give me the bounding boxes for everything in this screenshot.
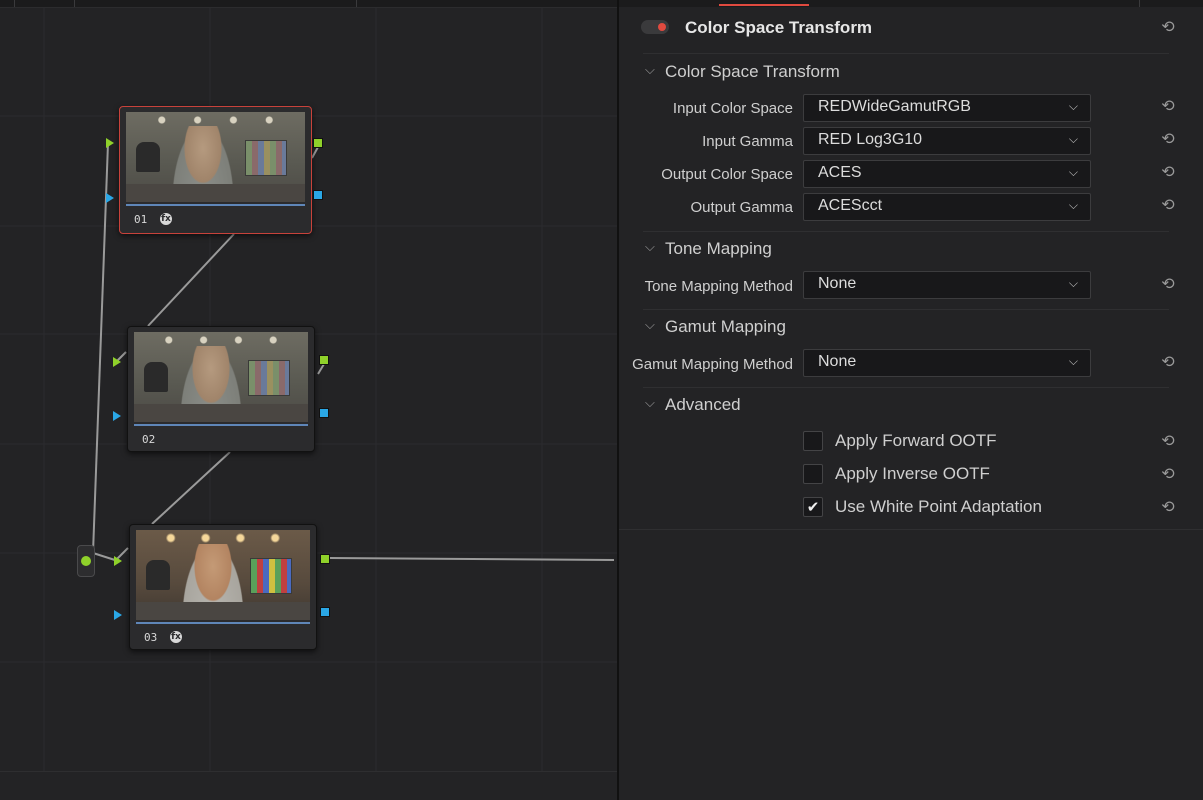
output-gamma-dropdown[interactable]: ACEScct ⌵: [803, 193, 1091, 221]
node-01-rgb-input[interactable]: [106, 138, 114, 148]
chevron-down-icon: ⌵: [1068, 99, 1078, 113]
gamut-mapping-method-label: Gamut Mapping Method: [632, 356, 793, 373]
node-03[interactable]: 03 fx: [129, 524, 317, 650]
output-gamma-label: Output Gamma: [690, 199, 793, 216]
node-editor-statusbar: [0, 771, 617, 800]
wire-02-out: [317, 363, 325, 375]
output-color-space-dropdown[interactable]: ACES ⌵: [803, 160, 1091, 188]
reset-icon[interactable]: ⟲: [1159, 196, 1177, 214]
panel-tabbar: [619, 0, 1203, 7]
effect-enable-toggle[interactable]: [641, 20, 669, 34]
chevron-down-icon: ⌵: [645, 63, 655, 78]
chevron-down-icon: ⌵: [1068, 276, 1078, 290]
node-02[interactable]: 02: [127, 326, 315, 452]
chevron-down-icon: ⌵: [645, 240, 655, 255]
chevron-down-icon: ⌵: [645, 396, 655, 411]
wire-01-out: [311, 146, 319, 159]
fx-badge-icon: fx: [170, 631, 182, 643]
chevron-down-icon: ⌵: [1068, 132, 1078, 146]
node-02-rgb-output[interactable]: [319, 355, 329, 365]
node-01-rgb-output[interactable]: [313, 138, 323, 148]
chevron-down-icon: ⌵: [1068, 165, 1078, 179]
reset-icon[interactable]: ⟲: [1159, 275, 1177, 293]
reset-icon[interactable]: ⟲: [1159, 163, 1177, 181]
node-01-key-input[interactable]: [106, 193, 114, 203]
node-bar: [126, 204, 305, 206]
use-white-point-adaptation-label: Use White Point Adaptation: [835, 497, 1042, 516]
input-gamma-dropdown[interactable]: RED Log3G10 ⌵: [803, 127, 1091, 155]
reset-icon[interactable]: ⟲: [1159, 353, 1177, 371]
reset-icon[interactable]: ⟲: [1159, 465, 1177, 483]
gamut-mapping-method-dropdown[interactable]: None ⌵: [803, 349, 1091, 377]
node-label: 02: [142, 433, 156, 446]
output-color-space-label: Output Color Space: [661, 166, 793, 183]
node-03-rgb-input[interactable]: [114, 556, 122, 566]
tone-mapping-method-label: Tone Mapping Method: [644, 278, 793, 295]
source-output-port[interactable]: [81, 556, 91, 566]
reset-icon[interactable]: ⟲: [1159, 97, 1177, 115]
input-gamma-label: Input Gamma: [702, 133, 793, 150]
wire-03-to-output: [329, 557, 615, 561]
tone-mapping-method-dropdown[interactable]: None ⌵: [803, 271, 1091, 299]
effect-title-row: Color Space Transform ⟲: [619, 14, 1203, 44]
source-input-node[interactable]: [77, 545, 95, 577]
apply-forward-ootf-label: Apply Forward OOTF: [835, 431, 997, 450]
chevron-down-icon: ⌵: [1068, 198, 1078, 212]
wire-source-to-01: [92, 142, 109, 554]
node-thumbnail: [126, 112, 305, 202]
chevron-down-icon: ⌵: [645, 318, 655, 333]
reset-icon[interactable]: ⟲: [1159, 498, 1177, 516]
node-01-key-output[interactable]: [313, 190, 323, 200]
checkmark-icon: ✔: [806, 498, 820, 516]
node-02-key-output[interactable]: [319, 408, 329, 418]
node-02-rgb-input[interactable]: [113, 357, 121, 367]
input-color-space-dropdown[interactable]: REDWideGamutRGB ⌵: [803, 94, 1091, 122]
node-bar: [136, 622, 310, 624]
fx-badge-icon: fx: [160, 213, 172, 225]
node-bar: [134, 424, 308, 426]
node-03-key-output[interactable]: [320, 607, 330, 617]
cst-inspector-panel: Color Space Transform ⟲ ⌵ Color Space Tr…: [617, 0, 1203, 800]
chevron-down-icon: ⌵: [1068, 354, 1078, 368]
apply-inverse-ootf-label: Apply Inverse OOTF: [835, 464, 990, 483]
node-thumbnail: [136, 530, 310, 620]
node-thumbnail: [134, 332, 308, 422]
reset-icon[interactable]: ⟲: [1159, 130, 1177, 148]
active-tab-indicator[interactable]: [719, 4, 809, 6]
node-03-rgb-output[interactable]: [320, 554, 330, 564]
reset-icon[interactable]: ⟲: [1159, 18, 1177, 36]
node-label: 03: [144, 631, 158, 644]
use-white-point-adaptation-checkbox[interactable]: ✔: [803, 497, 823, 517]
wire-01-to-02: [147, 233, 235, 327]
node-label: 01: [134, 213, 148, 226]
node-02-key-input[interactable]: [113, 411, 121, 421]
wire-02-to-03: [151, 451, 231, 525]
node-01[interactable]: 01 fx: [119, 106, 312, 234]
input-color-space-label: Input Color Space: [672, 100, 793, 117]
effect-title: Color Space Transform: [685, 18, 873, 37]
node-editor[interactable]: 01 fx 02 03 fx: [0, 0, 617, 800]
apply-inverse-ootf-checkbox[interactable]: [803, 464, 823, 484]
node-03-key-input[interactable]: [114, 610, 122, 620]
apply-forward-ootf-checkbox[interactable]: [803, 431, 823, 451]
reset-icon[interactable]: ⟲: [1159, 432, 1177, 450]
